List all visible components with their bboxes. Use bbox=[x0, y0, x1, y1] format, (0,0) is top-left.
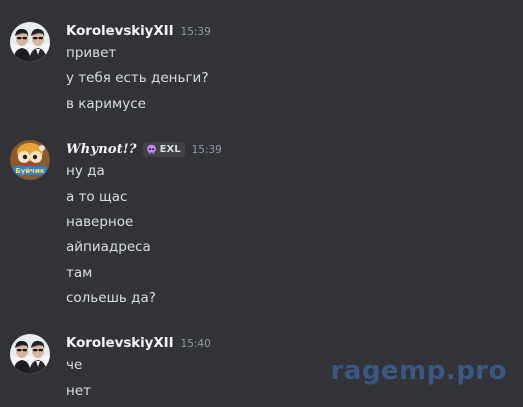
message-text: в каримусе bbox=[66, 96, 146, 112]
watermark: ragemp.pro bbox=[330, 356, 507, 386]
svg-text:Бүйчик: Бүйчик bbox=[15, 167, 45, 175]
timestamp[interactable]: 15:40 bbox=[181, 338, 211, 350]
message-text: айпиадреса bbox=[66, 239, 151, 255]
message-header: KorolevskiyXII 15:40 bbox=[66, 333, 211, 353]
message-text: там bbox=[66, 265, 93, 281]
server-tag-label: EXL bbox=[159, 143, 181, 155]
message-text: а то щас bbox=[66, 189, 128, 205]
message-text: ну да bbox=[66, 163, 105, 179]
message-header: Whynot!? EXL 15:39 bbox=[66, 139, 222, 159]
username[interactable]: Whynot!? bbox=[66, 142, 137, 157]
message-header: KorolevskiyXII 15:39 bbox=[66, 21, 211, 41]
avatar-photo-icon bbox=[10, 22, 50, 62]
message-text: че bbox=[66, 357, 83, 373]
avatar-photo-icon bbox=[10, 334, 50, 374]
avatar[interactable]: Бүйчик bbox=[10, 140, 50, 180]
message-text: наверное bbox=[66, 214, 134, 230]
timestamp[interactable]: 15:39 bbox=[181, 26, 211, 38]
username[interactable]: KorolevskiyXII bbox=[66, 23, 174, 39]
message-text: сольешь да? bbox=[66, 290, 156, 306]
server-tag[interactable]: EXL bbox=[142, 141, 185, 157]
skull-icon bbox=[146, 144, 156, 154]
message-text: нет bbox=[66, 383, 91, 399]
avatar[interactable] bbox=[10, 22, 50, 62]
chat-area: KorolevskiyXII 15:39 привет у тебя есть … bbox=[0, 0, 523, 407]
message-text: у тебя есть деньги? bbox=[66, 70, 209, 86]
avatar[interactable] bbox=[10, 334, 50, 374]
message-text: привет bbox=[66, 45, 117, 61]
timestamp[interactable]: 15:39 bbox=[192, 144, 222, 156]
username[interactable]: KorolevskiyXII bbox=[66, 335, 174, 351]
avatar-cartoon-icon: Бүйчик bbox=[10, 140, 50, 180]
